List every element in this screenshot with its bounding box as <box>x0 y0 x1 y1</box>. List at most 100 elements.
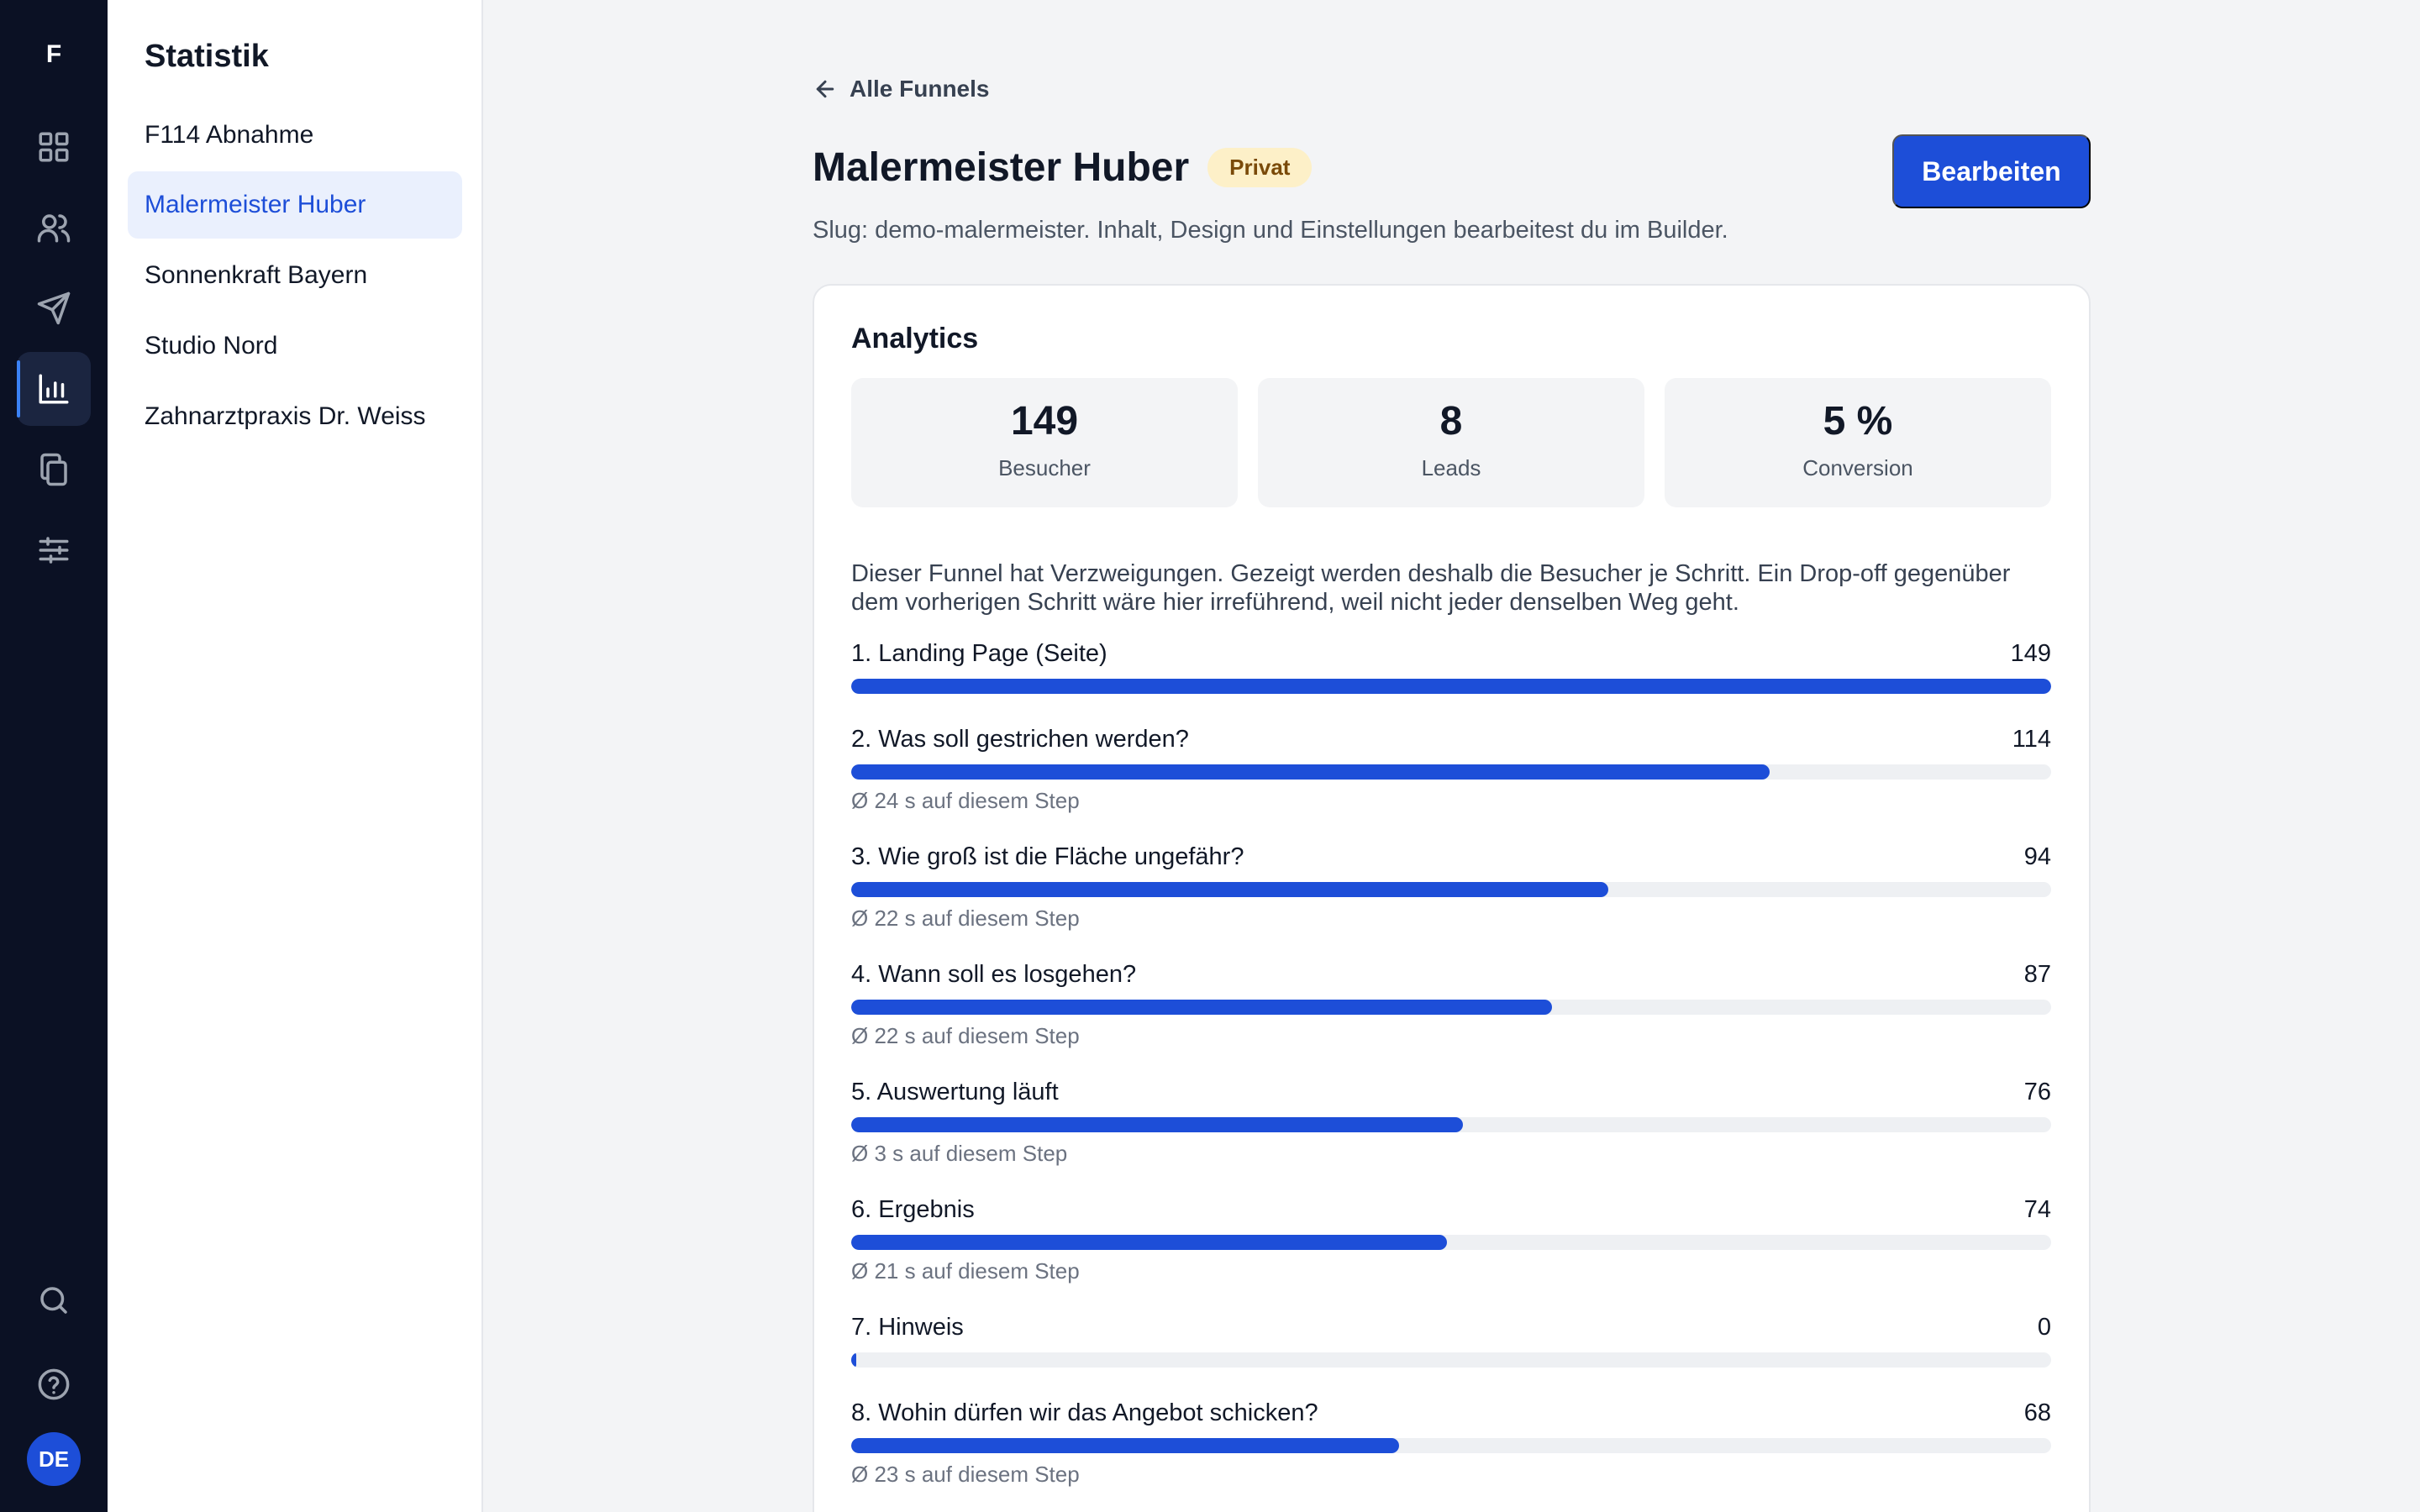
funnel-step-header: 1. Landing Page (Seite) 149 <box>851 640 2051 670</box>
funnel-step-avg-time: Ø 23 s auf diesem Step <box>851 1462 1080 1487</box>
funnel-step: 5. Auswertung läuft 76 Ø 3 s auf diesem St… <box>851 1079 2051 1167</box>
stat-value: 5 % <box>1823 399 1893 444</box>
sliders-icon <box>39 537 69 564</box>
funnel-step-label: 1. Landing Page (Seite) <box>851 640 1107 667</box>
copy-icon <box>40 453 67 486</box>
funnel-step: 3. Wie groß ist die Fläche ungefähr? 94 Ø … <box>851 843 2051 932</box>
contacts-nav-button[interactable] <box>17 191 91 265</box>
funnel-step-bar-track <box>851 1000 2051 1015</box>
funnel-step-avg-time: Ø 22 s auf diesem Step <box>851 906 1080 931</box>
send-icon <box>37 291 71 325</box>
stat-leads: 8 Leads <box>1258 378 1644 507</box>
funnel-step-bar-track <box>851 1352 2051 1368</box>
back-link-label: Alle Funnels <box>850 76 990 102</box>
funnel-step: 8. Wohin dürfen wir das Angebot schicken… <box>851 1399 2051 1488</box>
funnel-step-header: 5. Auswertung läuft 76 <box>851 1079 2051 1109</box>
funnel-step-label: 7. Hinweis <box>851 1314 964 1341</box>
bar-chart-icon <box>39 374 69 404</box>
funnel-step: 7. Hinweis 0 <box>851 1314 2051 1368</box>
funnel-step-count: 0 <box>2037 1314 2051 1341</box>
funnel-step-avg-time: Ø 21 s auf diesem Step <box>851 1258 1080 1284</box>
sidebar-title: Statistik <box>145 39 269 74</box>
funnel-step-count: 74 <box>2023 1196 2051 1223</box>
funnel-step-header: 2. Was soll gestrichen werden? 114 <box>851 726 2051 756</box>
funnel-step-bar-fill <box>851 1438 1399 1453</box>
stat-label: Conversion <box>1802 455 1913 480</box>
funnel-step-label: 4. Wann soll es losgehen? <box>851 961 1137 988</box>
arrow-left-icon <box>816 80 834 98</box>
funnel-step: 2. Was soll gestrichen werden? 114 Ø 24 s … <box>851 726 2051 814</box>
sidebar-item-zahnarztpraxis[interactable]: Zahnarztpraxis Dr. Weiss <box>128 383 462 450</box>
funnel-step-avg-time: Ø 3 s auf diesem Step <box>851 1141 1068 1166</box>
funnel-step-label: 5. Auswertung läuft <box>851 1079 1059 1105</box>
funnel-step-bar-track <box>851 1438 2051 1453</box>
funnel-step-bar-fill <box>851 1000 1552 1015</box>
analytics-title: Analytics <box>851 323 979 354</box>
funnel-step: 4. Wann soll es losgehen? 87 Ø 22 s auf di… <box>851 961 2051 1049</box>
help-nav-button[interactable] <box>17 1347 91 1421</box>
funnel-step-count: 87 <box>2023 961 2051 988</box>
funnel-step-header: 4. Wann soll es losgehen? 87 <box>851 961 2051 991</box>
sidebar-item-malermeister-huber[interactable]: Malermeister Huber <box>128 171 462 239</box>
user-avatar[interactable]: DE <box>27 1432 81 1486</box>
funnel-step-bar-fill <box>851 764 1770 780</box>
funnel-step-label: 2. Was soll gestrichen werden? <box>851 726 1189 753</box>
branching-note: Dieser Funnel hat Verzweigungen. Gezeigt… <box>851 560 2011 616</box>
funnel-step-count: 149 <box>2010 640 2051 667</box>
funnel-step: 6. Ergebnis 74 Ø 21 s auf diesem Step <box>851 1196 2051 1284</box>
visibility-badge: Privat <box>1207 148 1313 187</box>
sidebar-item-f114-abnahme[interactable]: F114 Abnahme <box>128 102 462 169</box>
sidebar-item-studio-nord[interactable]: Studio Nord <box>128 312 462 380</box>
funnel-step-count: 114 <box>2012 726 2051 753</box>
funnel-step-bar-track <box>851 764 2051 780</box>
stat-conversion: 5 % Conversion <box>1665 378 2051 507</box>
funnel-step-header: 7. Hinweis 0 <box>851 1314 2051 1344</box>
funnel-step-bar-fill <box>851 1235 1448 1250</box>
back-link[interactable]: Alle Funnels <box>813 76 989 102</box>
stat-value: 8 <box>1439 399 1463 444</box>
analytics-card: Analytics 149 Besucher 8 Leads 5 % Conve… <box>813 284 2091 1512</box>
stat-label: Besucher <box>998 455 1091 480</box>
funnel-step-label: 6. Ergebnis <box>851 1196 975 1223</box>
funnel-step-bar-track <box>851 1117 2051 1132</box>
pages-nav-button[interactable] <box>17 433 91 507</box>
funnel-step-header: 3. Wie groß ist die Fläche ungefähr? 94 <box>851 843 2051 874</box>
stat-visitors: 149 Besucher <box>851 378 1238 507</box>
search-nav-button[interactable] <box>17 1263 91 1337</box>
funnel-step-bar-fill <box>851 1117 1464 1132</box>
sidebar-item-sonnenkraft-bayern[interactable]: Sonnenkraft Bayern <box>128 242 462 309</box>
grid-icon <box>39 132 69 162</box>
campaigns-nav-button[interactable] <box>17 271 91 345</box>
icon-rail: F DE <box>0 0 108 1512</box>
funnel-step-bar-fill <box>851 882 1608 897</box>
dashboard-nav-button[interactable] <box>17 110 91 184</box>
title-row: Malermeister Huber Privat <box>813 144 1313 191</box>
funnel-sidebar: Statistik F114 Abnahme Malermeister Hube… <box>108 0 483 1512</box>
funnel-step-count: 68 <box>2023 1399 2051 1426</box>
search-icon <box>40 1287 67 1314</box>
settings-nav-button[interactable] <box>17 513 91 587</box>
slug-description: Slug: demo-malermeister. Inhalt, Design … <box>813 217 1728 244</box>
funnel-step-avg-time: Ø 22 s auf diesem Step <box>851 1023 1080 1048</box>
funnel-step-count: 76 <box>2023 1079 2051 1105</box>
funnel-step-header: 8. Wohin dürfen wir das Angebot schicken… <box>851 1399 2051 1430</box>
funnel-step-bar-track <box>851 679 2051 694</box>
funnel-step-avg-time: Ø 24 s auf diesem Step <box>851 788 1080 813</box>
funnel-step: 1. Landing Page (Seite) 149 <box>851 640 2051 694</box>
stat-value: 149 <box>1010 399 1079 444</box>
edit-button[interactable]: Bearbeiten <box>1892 134 2091 208</box>
funnel-step-bar-fill <box>851 1352 856 1368</box>
funnel-step-label: 8. Wohin dürfen wir das Angebot schicken… <box>851 1399 1318 1426</box>
funnel-step-bar-fill <box>851 679 2051 694</box>
statistics-nav-button[interactable] <box>17 352 91 426</box>
stat-label: Leads <box>1421 455 1481 480</box>
help-circle-icon <box>38 1368 70 1400</box>
funnel-step-bar-track <box>851 1235 2051 1250</box>
page-title: Malermeister Huber <box>813 145 1190 190</box>
main-content: Alle Funnels Malermeister Huber Privat B… <box>483 0 2420 1512</box>
funnel-step-header: 6. Ergebnis 74 <box>851 1196 2051 1226</box>
funnel-step-label: 3. Wie groß ist die Fläche ungefähr? <box>851 843 1244 870</box>
funnel-step-count: 94 <box>2023 843 2051 870</box>
app-logo[interactable]: F <box>0 40 108 69</box>
users-icon <box>37 214 71 243</box>
